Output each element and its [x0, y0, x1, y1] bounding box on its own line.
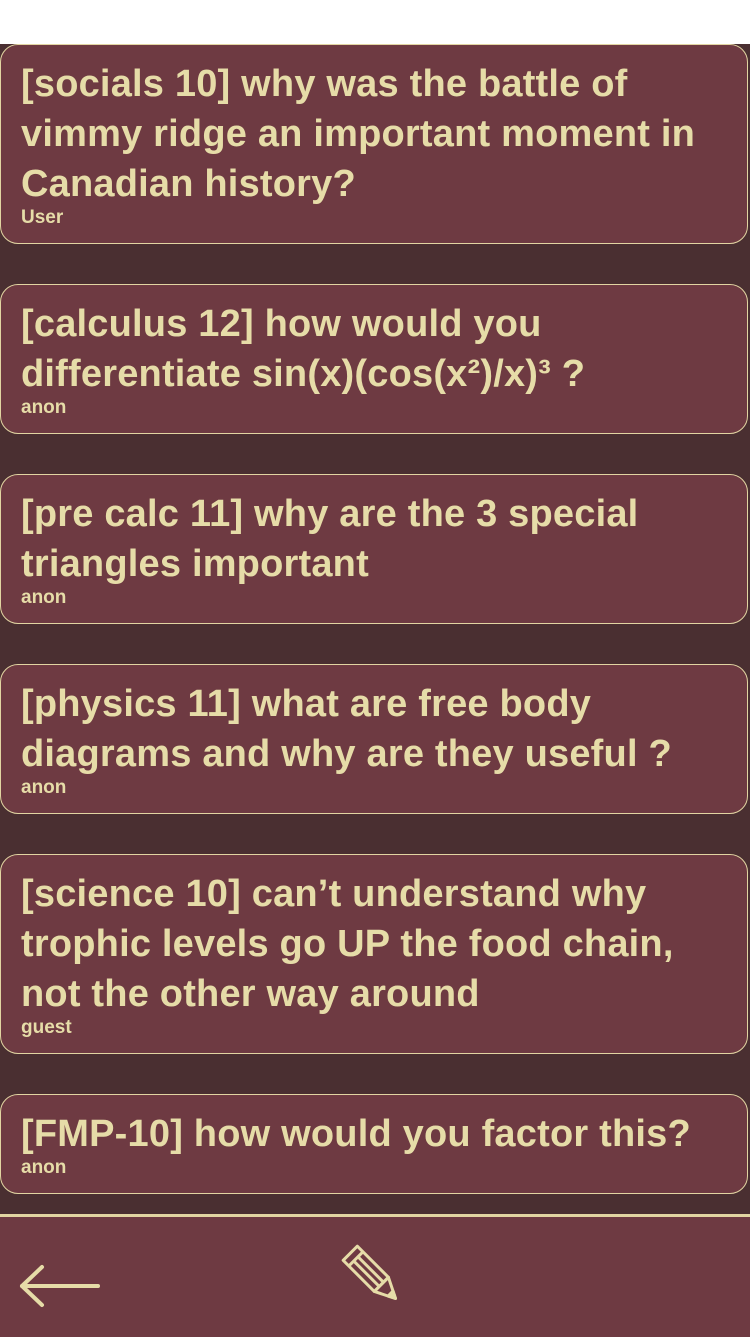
compose-button[interactable] [340, 1243, 410, 1313]
question-card[interactable]: [FMP-10] how would you factor this? anon [0, 1094, 748, 1194]
question-text: [FMP-10] how would you factor this? [21, 1113, 691, 1155]
question-text: [physics 11] what are free body diagrams… [21, 683, 672, 775]
question-card[interactable]: [socials 10] why was the battle of vimmy… [0, 44, 748, 244]
pencil-icon [341, 1244, 398, 1301]
back-button[interactable] [18, 1261, 102, 1311]
question-text: [socials 10] why was the battle of vimmy… [21, 63, 696, 205]
question-text: [pre calc 11] why are the 3 special tria… [21, 493, 639, 585]
question-text: [science 10] can’t understand why trophi… [21, 873, 674, 1015]
arrow-left-icon [20, 1265, 100, 1307]
question-card[interactable]: [physics 11] what are free body diagrams… [0, 664, 748, 814]
question-card[interactable]: [calculus 12] how would you differentiat… [0, 284, 748, 434]
question-feed[interactable]: [socials 10] why was the battle of vimmy… [0, 44, 750, 1216]
question-card[interactable]: [science 10] can’t understand why trophi… [0, 854, 748, 1054]
question-author: anon [21, 587, 67, 608]
question-author: guest [21, 1017, 72, 1038]
status-bar [0, 0, 750, 44]
question-author: anon [21, 1157, 67, 1178]
question-author: User [21, 207, 64, 228]
question-author: anon [21, 397, 67, 418]
question-author: anon [21, 777, 67, 798]
bottom-toolbar [0, 1214, 750, 1337]
question-text: [calculus 12] how would you differentiat… [21, 303, 586, 395]
question-card[interactable]: [pre calc 11] why are the 3 special tria… [0, 474, 748, 624]
